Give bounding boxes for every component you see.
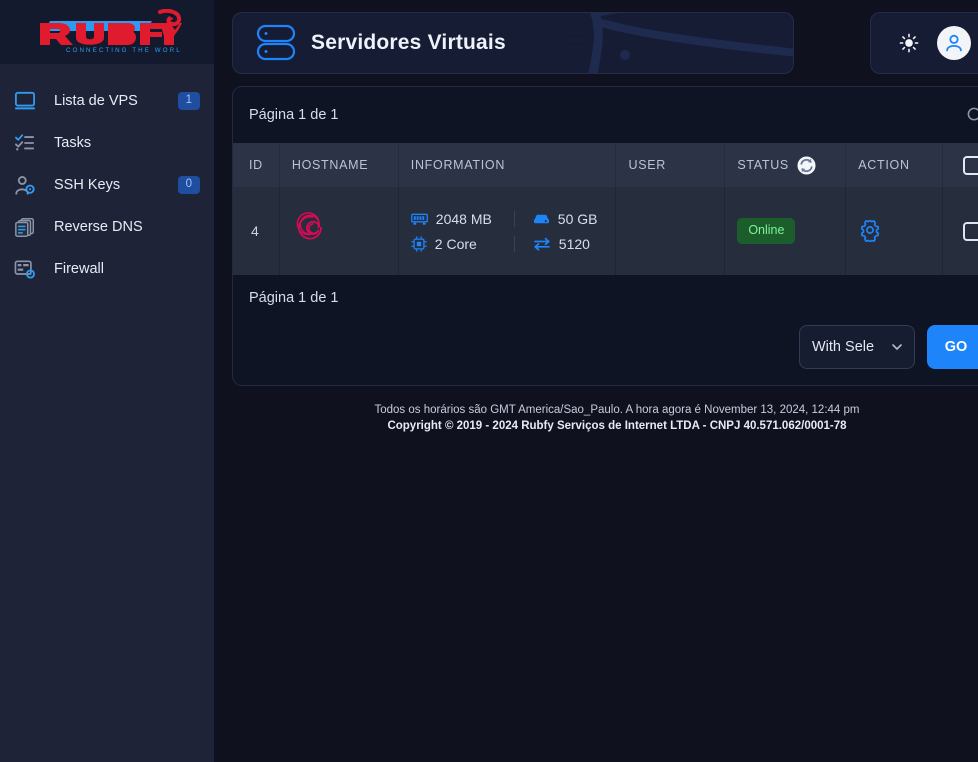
firewall-icon bbox=[14, 259, 44, 279]
cell-status: Online bbox=[724, 187, 847, 275]
bulk-actions: With Sele GO bbox=[249, 325, 978, 369]
sidebar-item-tasks[interactable]: Tasks bbox=[0, 122, 214, 164]
column-header-information[interactable]: INFORMATION bbox=[398, 143, 617, 187]
cell-select bbox=[942, 187, 978, 275]
sidebar-item-label: SSH Keys bbox=[54, 177, 121, 193]
spec-disk: 50 GB bbox=[513, 210, 604, 227]
pagination-bottom: Página 1 de 1 bbox=[249, 290, 339, 306]
transfer-icon bbox=[533, 237, 550, 251]
column-header-action[interactable]: ACTION bbox=[845, 143, 943, 187]
go-button[interactable]: GO bbox=[927, 325, 978, 369]
spec-ram: 2048 MB bbox=[410, 210, 514, 227]
cell-id: 4 bbox=[233, 187, 280, 275]
footer: Todos os horários são GMT America/Sao_Pa… bbox=[232, 402, 978, 434]
footer-timezone-line: Todos os horários são GMT America/Sao_Pa… bbox=[374, 404, 860, 416]
table-card-header: Página 1 de 1 bbox=[233, 87, 978, 143]
vps-specs: 2048 MB 50 GB 2 Core 5120 bbox=[410, 210, 604, 252]
bulk-action-select[interactable]: With Sele bbox=[799, 325, 915, 369]
logo-tagline: CONNECTING THE WORLD bbox=[66, 47, 182, 54]
table-head: ID HOSTNAME INFORMATION USER STATUS ACTI… bbox=[233, 143, 978, 187]
checklist-icon bbox=[14, 133, 44, 153]
column-header-user[interactable]: USER bbox=[615, 143, 726, 187]
spec-bandwidth: 5120 bbox=[513, 235, 604, 252]
table-body: 4 2048 MB 50 GB 2 Core 5120 Online bbox=[233, 187, 978, 275]
sidebar-item-label: Tasks bbox=[54, 135, 92, 151]
column-header-select-all bbox=[942, 143, 978, 187]
cell-information: 2048 MB 50 GB 2 Core 5120 bbox=[398, 187, 617, 275]
decorative-pattern bbox=[563, 13, 793, 73]
bulk-action-value: With Sele bbox=[812, 339, 875, 355]
sidebar-item-label: Lista de VPS bbox=[54, 93, 138, 109]
column-header-status[interactable]: STATUS bbox=[724, 143, 847, 187]
user-avatar-icon[interactable] bbox=[937, 26, 971, 60]
user-toolbar bbox=[870, 12, 978, 74]
sidebar-nav: Lista de VPS 1 Tasks SSH Keys 0 Reverse … bbox=[0, 64, 214, 290]
table-card-footer: Página 1 de 1 With Sele GO bbox=[233, 275, 978, 385]
page-title-card: Servidores Virtuais bbox=[232, 12, 794, 74]
documents-icon bbox=[14, 217, 44, 238]
sidebar: CONNECTING THE WORLD Lista de VPS 1 Task… bbox=[0, 0, 214, 762]
sidebar-badge-vps: 1 bbox=[177, 91, 200, 111]
user-key-icon bbox=[14, 175, 44, 196]
chevron-down-icon bbox=[884, 340, 904, 354]
hdd-icon bbox=[533, 214, 549, 223]
select-all-checkbox[interactable] bbox=[962, 155, 978, 175]
spec-bandwidth-value: 5120 bbox=[558, 235, 590, 252]
gear-icon[interactable] bbox=[858, 218, 882, 245]
table-row: 4 2048 MB 50 GB 2 Core 5120 Online bbox=[233, 187, 978, 275]
rubfy-logo: CONNECTING THE WORLD bbox=[32, 9, 182, 55]
footer-copyright-line: Copyright © 2019 - 2024 Rubfy Serviços d… bbox=[387, 420, 847, 432]
debian-os-icon bbox=[292, 210, 328, 253]
search-icon[interactable] bbox=[966, 106, 978, 125]
row-checkbox[interactable] bbox=[962, 221, 978, 241]
table-header-row: ID HOSTNAME INFORMATION USER STATUS ACTI… bbox=[233, 143, 978, 187]
pagination-top: Página 1 de 1 bbox=[249, 107, 339, 123]
main-content: Servidores Virtuais Página 1 de 1 ID HOS… bbox=[214, 0, 978, 762]
topbar: Servidores Virtuais bbox=[214, 0, 978, 86]
cell-hostname bbox=[279, 187, 399, 275]
page-title: Servidores Virtuais bbox=[311, 31, 506, 54]
sidebar-item-ssh-keys[interactable]: SSH Keys 0 bbox=[0, 164, 214, 206]
sidebar-item-lista-de-vps[interactable]: Lista de VPS 1 bbox=[0, 80, 214, 122]
spec-cpu-value: 2 Core bbox=[434, 235, 477, 252]
vps-table-card: Página 1 de 1 ID HOSTNAME INFORMATION US… bbox=[232, 86, 978, 386]
vps-table: ID HOSTNAME INFORMATION USER STATUS ACTI… bbox=[233, 143, 978, 275]
monitor-icon bbox=[14, 91, 44, 111]
spec-disk-value: 50 GB bbox=[557, 210, 598, 227]
spec-ram-value: 2048 MB bbox=[435, 210, 492, 227]
sidebar-item-firewall[interactable]: Firewall bbox=[0, 248, 214, 290]
cell-action bbox=[845, 187, 943, 275]
sidebar-item-reverse-dns[interactable]: Reverse DNS bbox=[0, 206, 214, 248]
cell-user bbox=[615, 187, 726, 275]
app-root: CONNECTING THE WORLD Lista de VPS 1 Task… bbox=[0, 0, 978, 762]
column-header-hostname[interactable]: HOSTNAME bbox=[279, 143, 399, 187]
spec-cpu: 2 Core bbox=[410, 235, 514, 252]
ram-icon bbox=[410, 213, 428, 225]
server-rack-icon bbox=[255, 24, 297, 62]
cpu-icon bbox=[410, 235, 427, 252]
sun-icon[interactable] bbox=[899, 33, 919, 53]
sidebar-item-label: Reverse DNS bbox=[54, 219, 143, 235]
column-header-id[interactable]: ID bbox=[233, 143, 280, 187]
refresh-icon[interactable] bbox=[797, 155, 816, 175]
column-header-status-label: STATUS bbox=[737, 158, 789, 172]
sidebar-item-label: Firewall bbox=[54, 261, 104, 277]
status-badge: Online bbox=[737, 218, 796, 244]
sidebar-badge-ssh: 0 bbox=[177, 175, 200, 195]
rubfy-logo-icon: CONNECTING THE WORLD bbox=[40, 9, 182, 54]
logo-container[interactable]: CONNECTING THE WORLD bbox=[0, 0, 214, 64]
